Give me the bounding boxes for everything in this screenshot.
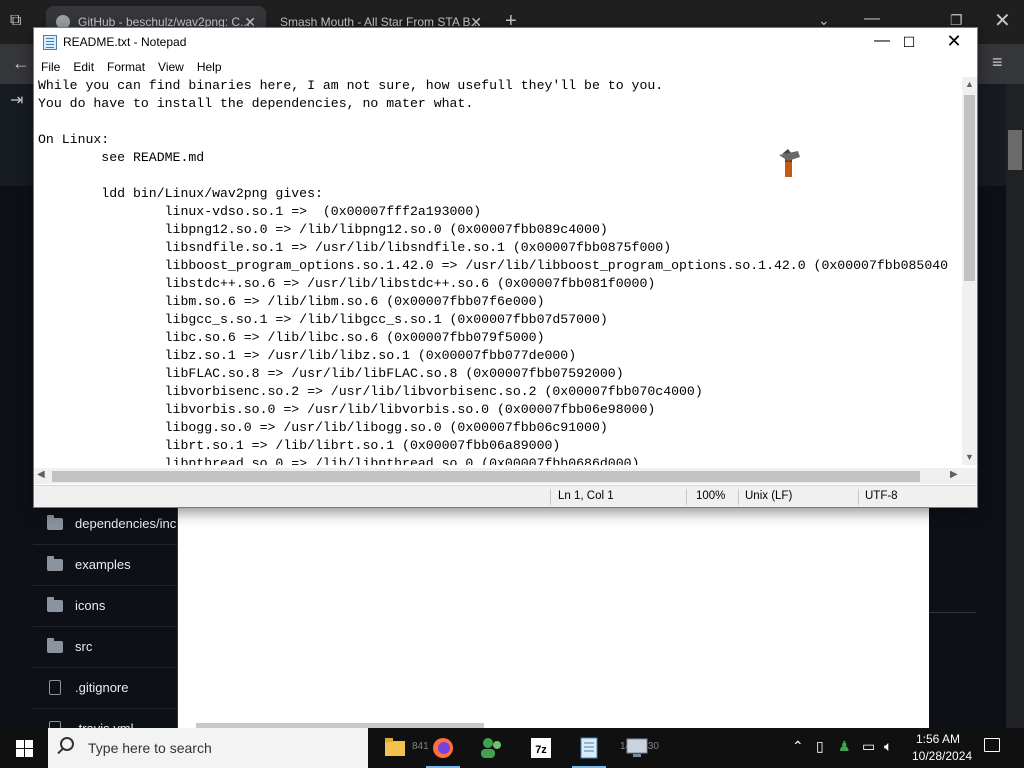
vertical-scrollbar-thumb[interactable] xyxy=(964,95,975,281)
tab-list-icon[interactable]: ⧉ xyxy=(10,12,21,30)
scrollbar-corner xyxy=(962,468,977,484)
tablet-icon[interactable]: ▯ xyxy=(816,738,824,755)
menu-format[interactable]: Format xyxy=(100,57,151,77)
scroll-down-arrow-icon[interactable]: ▼ xyxy=(962,452,977,462)
readme-preview-panel xyxy=(177,503,929,728)
notepad-menu-bar: File Edit Format View Help xyxy=(34,57,977,77)
taskbar-app-label: 14:41:30 xyxy=(620,741,659,752)
file-list-item[interactable]: .gitignore xyxy=(33,667,177,707)
notepad-window: README.txt - Notepad — ☐ ✕ File Edit For… xyxy=(33,27,978,508)
status-separator xyxy=(686,489,687,505)
file-list-item-label: dependencies/inc xyxy=(75,516,177,531)
horizontal-scrollbar-thumb[interactable] xyxy=(52,471,920,482)
menu-help[interactable]: Help xyxy=(190,57,228,77)
taskbar-7zip[interactable]: 7z xyxy=(518,728,564,768)
scroll-left-arrow-icon[interactable]: ◀ xyxy=(37,469,45,480)
folder-icon xyxy=(47,514,63,530)
clock-date[interactable]: 10/28/2024 xyxy=(912,749,972,763)
start-button[interactable] xyxy=(0,728,48,768)
repo-file-list: dependencies/inc examples icons src .git… xyxy=(33,503,177,736)
search-placeholder: Type here to search xyxy=(88,740,212,756)
browser-menu-icon[interactable]: ≡ xyxy=(992,52,1003,73)
menu-view[interactable]: View xyxy=(151,57,190,77)
taskbar-notepad[interactable] xyxy=(566,728,612,768)
show-hidden-icons-chevron-icon[interactable]: ⌃ xyxy=(792,738,804,755)
scroll-up-arrow-icon[interactable]: ▲ xyxy=(962,79,977,89)
taskbar: Type here to search 841 7z 14:41:30 ⌃ ▯ … xyxy=(0,728,1024,768)
search-icon xyxy=(60,737,74,751)
animated-cursor-icon xyxy=(779,149,800,177)
windows-logo-icon xyxy=(25,749,33,757)
notepad-status-bar: Ln 1, Col 1 100% Unix (LF) UTF-8 xyxy=(34,485,977,507)
status-encoding: UTF-8 xyxy=(865,490,898,502)
browser-minimize-button[interactable]: — xyxy=(864,10,880,28)
clock-time[interactable]: 1:56 AM xyxy=(916,732,960,746)
notepad-icon xyxy=(580,737,598,759)
file-list-item[interactable]: src xyxy=(33,626,177,666)
back-arrow-icon[interactable]: ← xyxy=(12,53,30,74)
notepad-document-text[interactable]: While you can find binaries here, I am n… xyxy=(38,77,948,465)
file-icon xyxy=(49,680,61,695)
menu-edit[interactable]: Edit xyxy=(66,57,100,77)
close-button[interactable]: ✕ xyxy=(936,30,972,54)
page-scrollbar[interactable] xyxy=(1006,84,1024,728)
notepad-text-area[interactable]: While you can find binaries here, I am n… xyxy=(34,77,962,465)
status-cursor-position: Ln 1, Col 1 xyxy=(558,490,614,502)
repo-sidebar-panel xyxy=(929,503,1006,728)
scroll-right-arrow-icon[interactable]: ▶ xyxy=(950,469,958,480)
taskbar-search-box[interactable]: Type here to search xyxy=(48,728,368,768)
network-icon[interactable]: ▭ xyxy=(862,738,875,755)
notification-icon[interactable] xyxy=(984,738,1000,752)
status-separator xyxy=(738,489,739,505)
status-zoom: 100% xyxy=(696,490,726,502)
file-list-item[interactable]: dependencies/inc xyxy=(33,503,177,543)
firefox-icon xyxy=(433,738,453,758)
users-tray-icon[interactable]: ♟ xyxy=(838,738,851,755)
file-list-item-label: .gitignore xyxy=(75,680,129,695)
notepad-icon xyxy=(43,35,57,50)
status-line-ending: Unix (LF) xyxy=(745,490,793,502)
folder-icon xyxy=(47,596,63,612)
file-list-item-label: icons xyxy=(75,598,106,613)
divider xyxy=(929,612,976,613)
file-list-item-label: examples xyxy=(75,557,131,572)
windows-logo-icon xyxy=(25,740,33,748)
taskbar-users-app[interactable] xyxy=(468,728,514,768)
browser-close-button[interactable]: ✕ xyxy=(994,8,1011,33)
folder-icon xyxy=(47,555,63,571)
sign-in-icon[interactable]: ⇥ xyxy=(10,90,23,110)
status-separator xyxy=(550,489,551,505)
windows-logo-icon xyxy=(16,749,24,757)
svg-text:7z: 7z xyxy=(535,744,547,756)
maximize-button[interactable]: ☐ xyxy=(891,30,927,54)
windows-logo-icon xyxy=(16,740,24,748)
menu-file[interactable]: File xyxy=(34,57,66,77)
notepad-title-bar[interactable]: README.txt - Notepad — ☐ ✕ xyxy=(34,28,977,56)
7zip-icon: 7z xyxy=(531,738,551,758)
notepad-title: README.txt - Notepad xyxy=(63,35,187,49)
file-list-item[interactable]: examples xyxy=(33,544,177,584)
users-icon xyxy=(481,738,501,758)
file-list-item-label: src xyxy=(75,639,93,654)
volume-icon[interactable]: 🔈︎ xyxy=(884,738,892,755)
page-scrollbar-thumb[interactable] xyxy=(1008,130,1022,170)
folder-icon xyxy=(47,637,63,653)
taskbar-firefox[interactable] xyxy=(420,728,466,768)
file-list-item[interactable]: icons xyxy=(33,585,177,625)
status-separator xyxy=(858,489,859,505)
